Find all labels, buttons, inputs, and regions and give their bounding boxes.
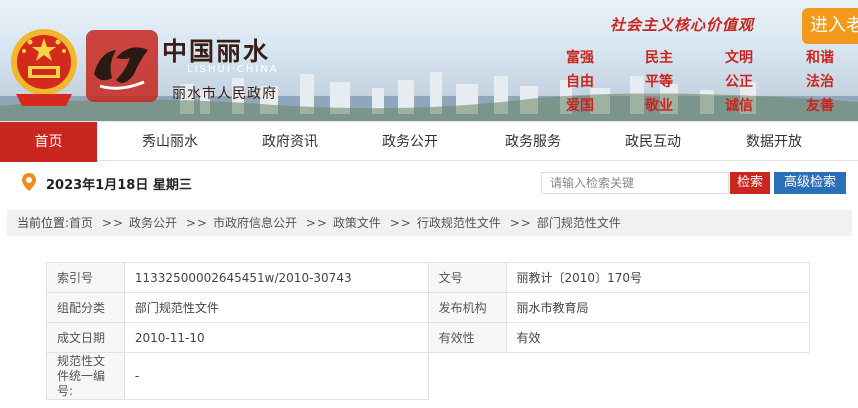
national-emblem-icon xyxy=(11,29,77,106)
core-value-text: 爱国 xyxy=(566,98,594,114)
core-value-text: 敬业 xyxy=(645,98,673,114)
breadcrumb-separator: >> xyxy=(509,216,532,230)
breadcrumb-separator: >> xyxy=(389,216,412,230)
table-row: 索引号 11332500002645451w/2010-30743 文号 丽教计… xyxy=(46,262,811,293)
publisher-label: 发布机构 xyxy=(427,292,507,323)
lishui-logo-icon xyxy=(86,30,158,102)
header-banner: 中国丽水 LISHUI·CHINA 丽水市人民政府 社会主义核心价值观 进入老 … xyxy=(0,0,858,121)
nav-item-gov-disclosure[interactable]: 政务公开 xyxy=(360,122,460,162)
core-values-slogan: 社会主义核心价值观 xyxy=(610,16,755,34)
unified-number-label: 规范性文件统一编号: xyxy=(46,352,125,400)
date-label: 成文日期 xyxy=(46,322,125,353)
category-value: 部门规范性文件 xyxy=(123,292,429,323)
nav-item-gov-news[interactable]: 政府资讯 xyxy=(240,122,340,162)
breadcrumb-link-home[interactable]: 首页 xyxy=(69,216,93,230)
location-pin-icon xyxy=(22,173,36,191)
search-input[interactable] xyxy=(541,172,729,194)
search-button[interactable]: 检索 xyxy=(730,172,770,194)
breadcrumb-separator: >> xyxy=(185,216,208,230)
core-value-text: 友善 xyxy=(806,98,834,114)
document-meta-table: 索引号 11332500002645451w/2010-30743 文号 丽教计… xyxy=(46,262,811,400)
core-value-text: 平等 xyxy=(645,74,673,90)
core-values-column: 文明 公正 诚信 xyxy=(725,46,753,118)
core-values-column: 和谐 法治 友善 xyxy=(806,46,834,118)
breadcrumb-link-normative[interactable]: 行政规范性文件 xyxy=(417,216,501,230)
nav-item-interaction[interactable]: 政民互动 xyxy=(603,122,703,162)
index-label: 索引号 xyxy=(46,262,125,293)
current-date: 2023年1月18日 星期三 xyxy=(46,178,192,193)
core-value-text: 富强 xyxy=(566,50,594,66)
core-value-text: 自由 xyxy=(566,74,594,90)
core-values-column: 民主 平等 敬业 xyxy=(645,46,673,118)
publisher-value: 丽水市教育局 xyxy=(505,292,811,323)
validity-label: 有效性 xyxy=(427,322,507,353)
breadcrumb-prefix: 当前位置: xyxy=(17,216,70,230)
core-value-text: 民主 xyxy=(645,50,673,66)
info-bar: 2023年1月18日 星期三 检索 高级检索 xyxy=(0,161,858,205)
breadcrumb-link-city-info[interactable]: 市政府信息公开 xyxy=(213,216,297,230)
breadcrumb: 当前位置:首页 >> 政务公开 >> 市政府信息公开 >> 政策文件 >> 行政规范性文… xyxy=(7,210,852,236)
core-values-column: 富强 自由 爱国 xyxy=(566,46,594,118)
date-value: 2010-11-10 xyxy=(123,322,429,353)
docno-value: 丽教计〔2010〕170号 xyxy=(505,262,811,293)
table-row: 规范性文件统一编号: - xyxy=(46,352,810,400)
category-label: 组配分类 xyxy=(46,292,125,323)
table-row: 组配分类 部门规范性文件 发布机构 丽水市教育局 xyxy=(46,292,811,323)
core-value-text: 公正 xyxy=(725,74,753,90)
validity-value: 有效 xyxy=(505,322,811,353)
enter-elderly-mode-button[interactable]: 进入老 xyxy=(802,8,858,44)
advanced-search-button[interactable]: 高级检索 xyxy=(774,172,846,194)
unified-number-value: - xyxy=(123,352,429,400)
brand-subtitle: 丽水市人民政府 xyxy=(172,86,277,102)
breadcrumb-link-policy[interactable]: 政策文件 xyxy=(333,216,381,230)
breadcrumb-separator: >> xyxy=(101,216,124,230)
brand-pinyin: LISHUI·CHINA xyxy=(187,64,279,75)
nav-item-home[interactable]: 首页 xyxy=(0,122,97,162)
nav-item-xiushan-lishui[interactable]: 秀山丽水 xyxy=(120,122,220,162)
core-value-text: 法治 xyxy=(806,74,834,90)
core-value-text: 诚信 xyxy=(725,98,753,114)
brand-title: 中国丽水 xyxy=(162,37,271,66)
breadcrumb-link-disclosure[interactable]: 政务公开 xyxy=(129,216,177,230)
core-value-text: 文明 xyxy=(725,50,753,66)
core-value-text: 和谐 xyxy=(806,50,834,66)
table-row: 成文日期 2010-11-10 有效性 有效 xyxy=(46,322,811,353)
main-nav: 首页 秀山丽水 政府资讯 政务公开 政务服务 政民互动 数据开放 xyxy=(0,121,858,162)
docno-label: 文号 xyxy=(427,262,507,293)
empty-cell xyxy=(428,353,809,400)
nav-item-gov-services[interactable]: 政务服务 xyxy=(483,122,583,162)
breadcrumb-separator: >> xyxy=(305,216,328,230)
breadcrumb-link-dept-normative[interactable]: 部门规范性文件 xyxy=(537,216,621,230)
nav-item-open-data[interactable]: 数据开放 xyxy=(724,122,824,162)
index-value: 11332500002645451w/2010-30743 xyxy=(123,262,429,293)
